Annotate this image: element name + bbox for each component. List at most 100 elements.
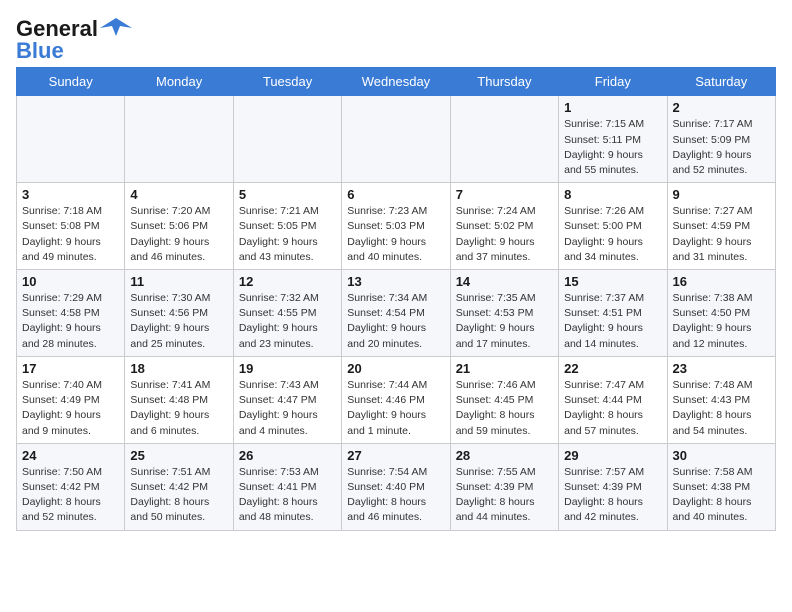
day-info: Sunrise: 7:46 AM Sunset: 4:45 PM Dayligh… [456, 378, 553, 439]
day-number: 16 [673, 274, 770, 289]
day-number: 28 [456, 448, 553, 463]
day-info: Sunrise: 7:32 AM Sunset: 4:55 PM Dayligh… [239, 291, 336, 352]
page-container: General Blue SundayMondayTuesdayWednesda… [0, 0, 792, 541]
day-number: 20 [347, 361, 444, 376]
calendar-cell-3-5: 22Sunrise: 7:47 AM Sunset: 4:44 PM Dayli… [559, 356, 667, 443]
day-number: 25 [130, 448, 227, 463]
day-info: Sunrise: 7:47 AM Sunset: 4:44 PM Dayligh… [564, 378, 661, 439]
calendar-cell-0-3 [342, 96, 450, 183]
day-number: 14 [456, 274, 553, 289]
day-number: 19 [239, 361, 336, 376]
calendar-cell-0-5: 1 Sunrise: 7:15 AM Sunset: 5:11 PM Daylig… [559, 96, 667, 183]
calendar-cell-1-5: 8 Sunrise: 7:26 AM Sunset: 5:00 PM Daylig… [559, 183, 667, 270]
weekday-header-tuesday: Tuesday [233, 68, 341, 96]
day-info: Sunrise: 7:29 AM Sunset: 4:58 PM Dayligh… [22, 291, 119, 352]
calendar-cell-4-2: 26 Sunrise: 7:53 AM Sunset: 4:41 PM Dayli… [233, 443, 341, 530]
day-number: 10 [22, 274, 119, 289]
logo-bird-icon [100, 14, 132, 42]
day-number: 11 [130, 274, 227, 289]
weekday-header-monday: Monday [125, 68, 233, 96]
calendar-cell-1-2: 5 Sunrise: 7:21 AM Sunset: 5:05 PM Daylig… [233, 183, 341, 270]
week-row-2: 10 Sunrise: 7:29 AM Sunset: 4:58 PM Dayli… [17, 270, 776, 357]
calendar-cell-3-4: 21 Sunrise: 7:46 AM Sunset: 4:45 PM Dayli… [450, 356, 558, 443]
day-info: Sunrise: 7:15 AM Sunset: 5:11 PM Dayligh… [564, 117, 661, 178]
day-number: 23 [673, 361, 770, 376]
day-info: Sunrise: 7:30 AM Sunset: 4:56 PM Dayligh… [130, 291, 227, 352]
day-number: 24 [22, 448, 119, 463]
day-info: Sunrise: 7:18 AM Sunset: 5:08 PM Dayligh… [22, 204, 119, 265]
day-number: 2 [673, 100, 770, 115]
calendar-cell-2-4: 14 Sunrise: 7:35 AM Sunset: 4:53 PM Dayli… [450, 270, 558, 357]
calendar-cell-3-3: 20 Sunrise: 7:44 AM Sunset: 4:46 PM Dayli… [342, 356, 450, 443]
day-info: Sunrise: 7:34 AM Sunset: 4:54 PM Dayligh… [347, 291, 444, 352]
day-info: Sunrise: 7:53 AM Sunset: 4:41 PM Dayligh… [239, 465, 336, 526]
calendar-cell-0-0 [17, 96, 125, 183]
day-info: Sunrise: 7:35 AM Sunset: 4:53 PM Dayligh… [456, 291, 553, 352]
weekday-header-sunday: Sunday [17, 68, 125, 96]
day-number: 5 [239, 187, 336, 202]
day-info: Sunrise: 7:55 AM Sunset: 4:39 PM Dayligh… [456, 465, 553, 526]
calendar-cell-4-6: 30 Sunrise: 7:58 AM Sunset: 4:38 PM Dayli… [667, 443, 775, 530]
day-info: Sunrise: 7:20 AM Sunset: 5:06 PM Dayligh… [130, 204, 227, 265]
day-number: 18 [130, 361, 227, 376]
calendar-cell-2-3: 13 Sunrise: 7:34 AM Sunset: 4:54 PM Dayli… [342, 270, 450, 357]
day-number: 9 [673, 187, 770, 202]
day-info: Sunrise: 7:43 AM Sunset: 4:47 PM Dayligh… [239, 378, 336, 439]
header: General Blue [16, 16, 776, 63]
calendar-cell-1-0: 3Sunrise: 7:18 AM Sunset: 5:08 PM Daylig… [17, 183, 125, 270]
day-info: Sunrise: 7:57 AM Sunset: 4:39 PM Dayligh… [564, 465, 661, 526]
calendar-cell-3-0: 17 Sunrise: 7:40 AM Sunset: 4:49 PM Dayli… [17, 356, 125, 443]
day-info: Sunrise: 7:21 AM Sunset: 5:05 PM Dayligh… [239, 204, 336, 265]
day-number: 4 [130, 187, 227, 202]
day-info: Sunrise: 7:40 AM Sunset: 4:49 PM Dayligh… [22, 378, 119, 439]
calendar-cell-0-1 [125, 96, 233, 183]
calendar-cell-4-5: 29 Sunrise: 7:57 AM Sunset: 4:39 PM Dayli… [559, 443, 667, 530]
day-info: Sunrise: 7:27 AM Sunset: 4:59 PM Dayligh… [673, 204, 770, 265]
calendar-cell-2-1: 11 Sunrise: 7:30 AM Sunset: 4:56 PM Dayli… [125, 270, 233, 357]
calendar-cell-0-4 [450, 96, 558, 183]
calendar-cell-3-2: 19 Sunrise: 7:43 AM Sunset: 4:47 PM Dayli… [233, 356, 341, 443]
day-info: Sunrise: 7:48 AM Sunset: 4:43 PM Dayligh… [673, 378, 770, 439]
day-number: 17 [22, 361, 119, 376]
day-number: 12 [239, 274, 336, 289]
day-number: 1 [564, 100, 661, 115]
day-number: 8 [564, 187, 661, 202]
calendar-cell-4-3: 27Sunrise: 7:54 AM Sunset: 4:40 PM Dayli… [342, 443, 450, 530]
weekday-header-thursday: Thursday [450, 68, 558, 96]
day-number: 13 [347, 274, 444, 289]
week-row-4: 24Sunrise: 7:50 AM Sunset: 4:42 PM Dayli… [17, 443, 776, 530]
week-row-1: 3Sunrise: 7:18 AM Sunset: 5:08 PM Daylig… [17, 183, 776, 270]
calendar-cell-2-5: 15 Sunrise: 7:37 AM Sunset: 4:51 PM Dayli… [559, 270, 667, 357]
calendar-cell-1-3: 6 Sunrise: 7:23 AM Sunset: 5:03 PM Daylig… [342, 183, 450, 270]
day-number: 29 [564, 448, 661, 463]
week-row-0: 1 Sunrise: 7:15 AM Sunset: 5:11 PM Daylig… [17, 96, 776, 183]
day-number: 15 [564, 274, 661, 289]
day-info: Sunrise: 7:24 AM Sunset: 5:02 PM Dayligh… [456, 204, 553, 265]
calendar-cell-4-0: 24Sunrise: 7:50 AM Sunset: 4:42 PM Dayli… [17, 443, 125, 530]
day-number: 7 [456, 187, 553, 202]
week-row-3: 17 Sunrise: 7:40 AM Sunset: 4:49 PM Dayli… [17, 356, 776, 443]
calendar-cell-1-4: 7 Sunrise: 7:24 AM Sunset: 5:02 PM Daylig… [450, 183, 558, 270]
day-info: Sunrise: 7:58 AM Sunset: 4:38 PM Dayligh… [673, 465, 770, 526]
logo-text: General Blue [16, 16, 132, 63]
calendar-cell-2-6: 16Sunrise: 7:38 AM Sunset: 4:50 PM Dayli… [667, 270, 775, 357]
day-info: Sunrise: 7:44 AM Sunset: 4:46 PM Dayligh… [347, 378, 444, 439]
calendar-cell-2-0: 10 Sunrise: 7:29 AM Sunset: 4:58 PM Dayli… [17, 270, 125, 357]
calendar-cell-1-1: 4 Sunrise: 7:20 AM Sunset: 5:06 PM Daylig… [125, 183, 233, 270]
calendar-cell-4-1: 25 Sunrise: 7:51 AM Sunset: 4:42 PM Dayli… [125, 443, 233, 530]
calendar-cell-0-2 [233, 96, 341, 183]
day-info: Sunrise: 7:26 AM Sunset: 5:00 PM Dayligh… [564, 204, 661, 265]
calendar-cell-4-4: 28 Sunrise: 7:55 AM Sunset: 4:39 PM Dayli… [450, 443, 558, 530]
day-info: Sunrise: 7:37 AM Sunset: 4:51 PM Dayligh… [564, 291, 661, 352]
day-info: Sunrise: 7:23 AM Sunset: 5:03 PM Dayligh… [347, 204, 444, 265]
day-number: 6 [347, 187, 444, 202]
weekday-header-saturday: Saturday [667, 68, 775, 96]
day-info: Sunrise: 7:51 AM Sunset: 4:42 PM Dayligh… [130, 465, 227, 526]
calendar-cell-3-6: 23 Sunrise: 7:48 AM Sunset: 4:43 PM Dayli… [667, 356, 775, 443]
day-number: 30 [673, 448, 770, 463]
calendar-table: SundayMondayTuesdayWednesdayThursdayFrid… [16, 67, 776, 530]
logo: General Blue [16, 16, 132, 63]
day-number: 27 [347, 448, 444, 463]
day-number: 26 [239, 448, 336, 463]
day-number: 21 [456, 361, 553, 376]
